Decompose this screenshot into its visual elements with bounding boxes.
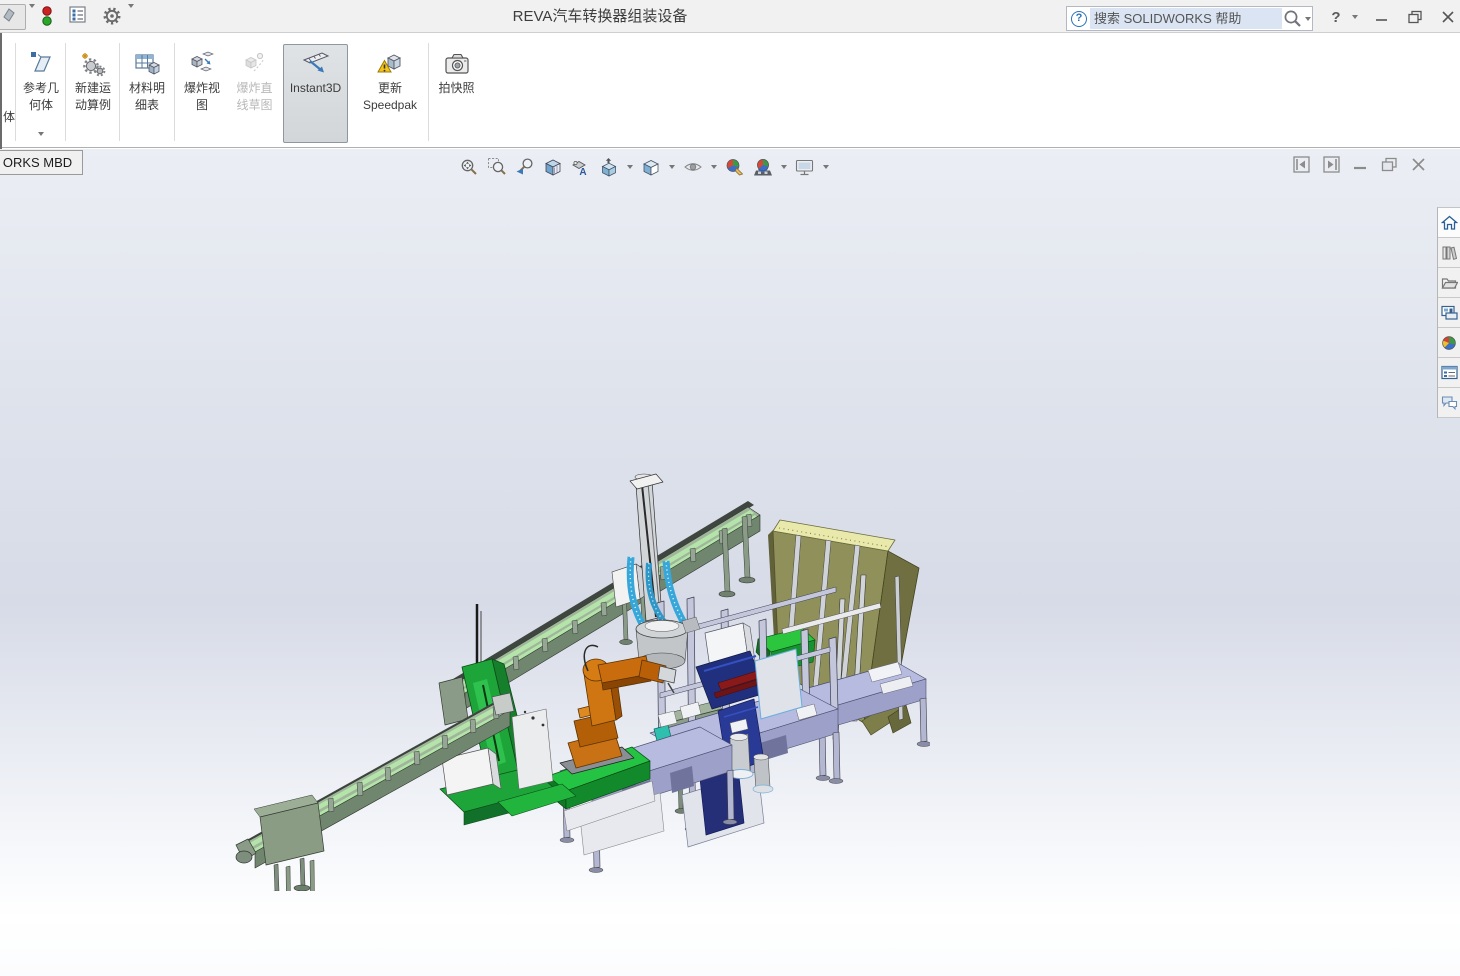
taskpane-file-explorer-tab[interactable]	[1438, 268, 1460, 298]
update-speedpak-button[interactable]: 更新Speedpak	[356, 44, 424, 143]
window-left-edge	[0, 33, 2, 149]
close-button[interactable]	[1438, 8, 1458, 26]
ribbon-separator	[15, 43, 16, 141]
collapse-right-pane-icon[interactable]	[1323, 156, 1340, 173]
previous-view-icon[interactable]	[512, 154, 538, 180]
options-dropdown[interactable]	[128, 4, 134, 8]
annotation-views-icon[interactable]: A	[568, 154, 594, 180]
traffic-light-icon[interactable]	[40, 5, 54, 28]
headsup-view-toolbar: A	[456, 154, 834, 180]
rebuild-icon	[1, 7, 17, 28]
bill-of-materials-button[interactable]: 材料明细表	[121, 44, 173, 143]
view-settings-icon[interactable]	[792, 154, 818, 180]
help-button[interactable]: ?	[1326, 8, 1346, 26]
view-orientation-dropdown[interactable]	[624, 165, 636, 169]
tab-solidworks-mbd[interactable]: ORKS MBD	[0, 150, 83, 175]
view-orientation-icon[interactable]	[596, 154, 622, 180]
section-view-icon[interactable]	[540, 154, 566, 180]
instant3d-button[interactable]: Instant3D	[283, 44, 348, 143]
exploded-view-button[interactable]: 爆炸视图	[177, 44, 227, 143]
assembly-3d-model[interactable]	[230, 471, 930, 891]
reference-geometry-icon	[28, 49, 54, 77]
doc-minimize-button[interactable]	[1353, 157, 1368, 172]
ribbon-separator	[65, 43, 66, 141]
restore-button[interactable]	[1405, 8, 1425, 26]
reference-geometry-button[interactable]: 参考几何体	[18, 44, 64, 143]
svg-text:A: A	[579, 167, 586, 177]
taskpane-appearances-tab[interactable]	[1438, 328, 1460, 358]
minimize-button[interactable]	[1372, 8, 1392, 26]
hide-show-items-dropdown[interactable]	[708, 165, 720, 169]
solidworks-window: REVA汽车转换器组装设备 ? ?	[0, 0, 1460, 976]
taskpane-custom-properties-tab[interactable]	[1438, 358, 1460, 388]
folder-icon	[1441, 275, 1458, 290]
ribbon-separator	[174, 43, 175, 141]
properties-list-icon[interactable]	[69, 6, 87, 24]
zoom-to-fit-icon[interactable]	[456, 154, 482, 180]
help-dropdown[interactable]	[1349, 8, 1361, 26]
explode-line-sketch-button: 爆炸直线草图	[228, 44, 281, 143]
reference-geometry-dropdown[interactable]	[38, 132, 44, 136]
apply-scene-dropdown[interactable]	[778, 165, 790, 169]
options-gear-icon[interactable]	[102, 6, 122, 26]
exploded-view-icon	[189, 49, 215, 77]
custom-properties-icon	[1441, 365, 1458, 380]
command-manager-ribbon: 体 参考几何体	[0, 33, 1460, 148]
search-icon[interactable]	[1282, 9, 1312, 29]
explode-line-sketch-icon	[242, 49, 268, 77]
graphics-viewport[interactable]: ORKS MBD	[0, 149, 1460, 976]
title-bar: REVA汽车转换器组装设备 ? ?	[0, 0, 1460, 33]
instant3d-icon	[301, 49, 331, 77]
doc-restore-button[interactable]	[1381, 157, 1398, 172]
zoom-to-area-icon[interactable]	[484, 154, 510, 180]
rebuild-dropdown[interactable]	[29, 4, 35, 8]
search-dropdown[interactable]	[1305, 17, 1311, 21]
taskpane-design-library-tab[interactable]	[1438, 238, 1460, 268]
partial-ribbon-button[interactable]: 体	[3, 108, 15, 125]
ribbon-separator	[428, 43, 429, 141]
update-speedpak-icon	[376, 49, 404, 77]
ribbon-separator	[119, 43, 120, 141]
edit-appearance-icon[interactable]	[722, 154, 748, 180]
display-style-icon[interactable]	[638, 154, 664, 180]
bill-of-materials-icon	[134, 49, 160, 77]
appearances-sphere-icon	[1441, 335, 1457, 351]
collapse-left-pane-icon[interactable]	[1293, 156, 1310, 173]
apply-scene-icon[interactable]	[750, 154, 776, 180]
design-library-icon	[1441, 245, 1457, 261]
help-circle-icon: ?	[1071, 11, 1087, 27]
taskpane-view-palette-tab[interactable]	[1438, 298, 1460, 328]
rebuild-button[interactable]	[0, 4, 26, 30]
snapshot-camera-icon	[444, 49, 470, 77]
task-pane-tabs	[1437, 207, 1460, 418]
taskpane-forum-tab[interactable]	[1438, 388, 1460, 418]
view-settings-dropdown[interactable]	[820, 165, 832, 169]
display-style-dropdown[interactable]	[666, 165, 678, 169]
new-motion-study-button[interactable]: 新建运动算例	[68, 44, 118, 143]
doc-close-button[interactable]	[1411, 157, 1426, 172]
window-title: REVA汽车转换器组装设备	[420, 0, 780, 33]
taskpane-home-tab[interactable]	[1438, 208, 1460, 238]
motion-study-icon	[80, 49, 106, 77]
hide-show-items-icon[interactable]	[680, 154, 706, 180]
search-box[interactable]: ?	[1066, 6, 1313, 31]
take-snapshot-button[interactable]: 拍快照	[430, 44, 483, 143]
document-window-controls	[1293, 156, 1426, 173]
home-icon	[1441, 215, 1458, 231]
search-input[interactable]	[1090, 8, 1282, 29]
view-palette-icon	[1441, 305, 1458, 320]
forum-chat-icon	[1441, 395, 1458, 410]
